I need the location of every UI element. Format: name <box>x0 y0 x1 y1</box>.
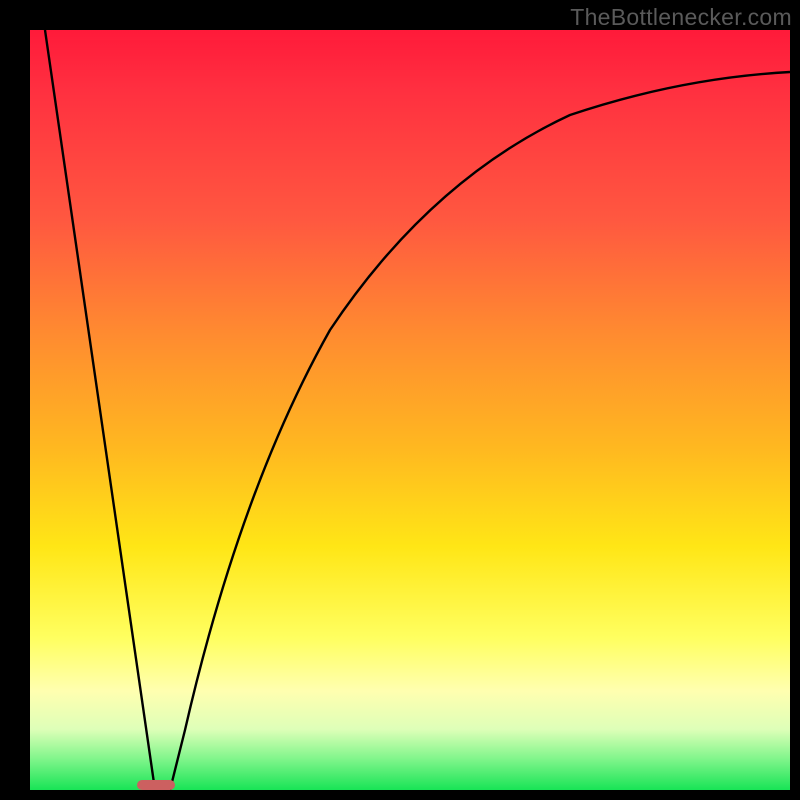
watermark-text: TheBottlenecker.com <box>570 4 792 31</box>
plot-area <box>30 30 790 790</box>
bottleneck-curve <box>30 30 790 790</box>
curve-left-segment <box>45 30 155 790</box>
optimal-range-marker <box>137 780 175 790</box>
curve-right-segment <box>170 72 790 790</box>
chart-frame: TheBottlenecker.com <box>0 0 800 800</box>
